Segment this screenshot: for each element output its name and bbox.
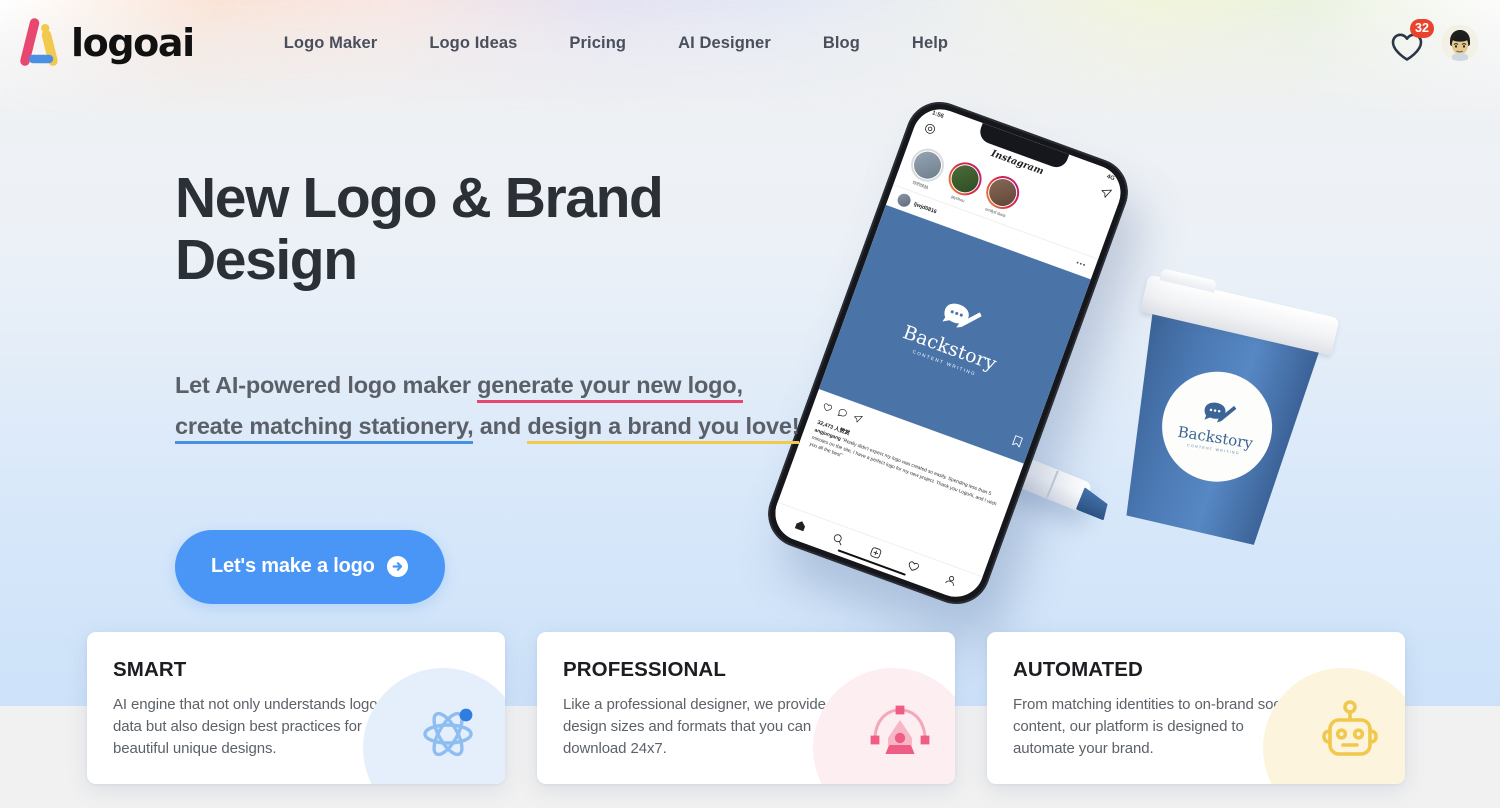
post-author-avatar[interactable] bbox=[895, 191, 913, 209]
feature-card-automated: AUTOMATED From matching identities to on… bbox=[987, 632, 1405, 784]
atom-icon bbox=[413, 694, 487, 768]
feature-card-smart: SMART AI engine that not only understand… bbox=[87, 632, 505, 784]
subhead-highlight-stationery: create matching stationery, bbox=[175, 412, 474, 444]
robot-icon bbox=[1313, 694, 1387, 768]
main-nav: Logo Maker Logo Ideas Pricing AI Designe… bbox=[258, 24, 974, 63]
card-description: Like a professional designer, we provide… bbox=[563, 696, 845, 758]
profile-icon[interactable] bbox=[942, 571, 958, 592]
story-item[interactable]: emilyd deria bbox=[979, 171, 1024, 221]
feature-card-professional: PROFESSIONAL Like a professional designe… bbox=[537, 632, 955, 784]
subhead-highlight-generate: generate your new logo, bbox=[477, 372, 743, 404]
make-a-logo-button[interactable]: Let's make a logo bbox=[175, 529, 445, 604]
nav-item-logo-maker[interactable]: Logo Maker bbox=[258, 24, 404, 63]
feature-cards: SMART AI engine that not only understand… bbox=[87, 632, 1407, 784]
post-author-name[interactable]: ljwjd0816 bbox=[913, 201, 938, 215]
nav-item-logo-ideas[interactable]: Logo Ideas bbox=[403, 24, 543, 63]
pen-tool-icon bbox=[863, 694, 937, 768]
header-actions: 32 bbox=[1390, 19, 1478, 61]
subhead-text-1: Let AI-powered logo maker bbox=[175, 372, 478, 399]
hero-copy: New Logo & Brand Design Let AI-powered l… bbox=[175, 166, 855, 604]
backstory-bubble-icon bbox=[1200, 399, 1237, 429]
card-description: From matching identities to on-brand soc… bbox=[1013, 696, 1296, 758]
nav-item-pricing[interactable]: Pricing bbox=[543, 24, 652, 63]
more-options-icon[interactable]: ••• bbox=[1075, 260, 1087, 270]
story-item[interactable]: 你的快拍 bbox=[904, 144, 949, 194]
avatar[interactable] bbox=[1442, 25, 1478, 61]
site-header: logoai Logo Maker Logo Ideas Pricing AI … bbox=[0, 0, 1500, 86]
story-item[interactable]: jaychou bbox=[941, 157, 987, 208]
page-title: New Logo & Brand Design bbox=[175, 166, 664, 292]
nav-item-help[interactable]: Help bbox=[886, 24, 974, 63]
logoai-mark-icon bbox=[18, 18, 70, 68]
hero-subheadline: Let AI-powered logo maker generate your … bbox=[175, 365, 800, 446]
hero-artwork: Backstory CONTENT WRITING 1:56 4G Instag… bbox=[758, 92, 1420, 640]
camera-icon[interactable] bbox=[921, 120, 937, 141]
arrow-circle-right-icon bbox=[386, 555, 409, 578]
nav-item-blog[interactable]: Blog bbox=[797, 24, 886, 63]
nav-item-ai-designer[interactable]: AI Designer bbox=[652, 24, 797, 63]
bookmark-icon[interactable] bbox=[1010, 433, 1025, 453]
activity-icon[interactable] bbox=[904, 557, 920, 578]
subhead-text-2: and bbox=[473, 412, 528, 439]
make-a-logo-label: Let's make a logo bbox=[211, 555, 375, 578]
brand-logo-link[interactable]: logoai bbox=[18, 18, 195, 68]
favorites-button[interactable]: 32 bbox=[1390, 19, 1434, 61]
coffee-cup-mockup: Backstory CONTENT WRITING bbox=[1094, 274, 1340, 561]
subhead-highlight-brand: design a brand you love! bbox=[527, 412, 800, 444]
landing-page: logoai Logo Maker Logo Ideas Pricing AI … bbox=[0, 0, 1500, 808]
card-description: AI engine that not only understands logo… bbox=[113, 696, 378, 758]
direct-message-icon[interactable] bbox=[1097, 184, 1113, 205]
favorites-count-badge: 32 bbox=[1410, 19, 1434, 38]
brand-wordmark: logoai bbox=[71, 21, 195, 65]
